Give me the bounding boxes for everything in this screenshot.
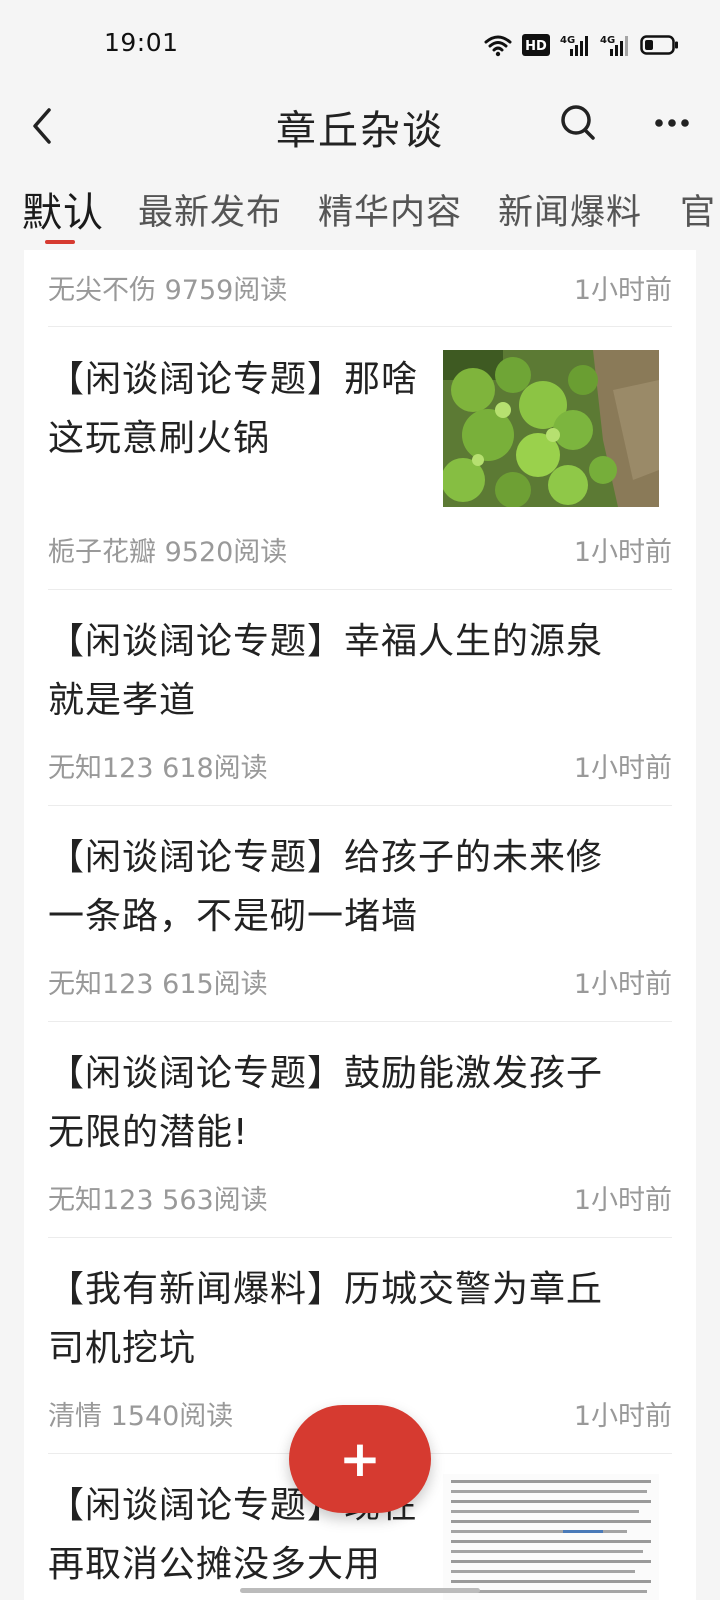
hd-badge-text: HD xyxy=(525,39,547,54)
post-title: 【闲谈阔论专题】幸福人生的源泉 就是孝道 xyxy=(48,612,603,730)
post-thumbnail xyxy=(443,350,659,507)
post-reads: 563阅读 xyxy=(162,1185,268,1216)
post-meta: 无尖不伤 9759阅读 1小时前 xyxy=(48,268,672,308)
active-tab-indicator xyxy=(45,240,75,244)
status-time: 19:01 xyxy=(104,28,179,57)
post-title-line: 一条路，不是砌一堵墙 xyxy=(48,896,419,937)
post-time: 1小时前 xyxy=(573,275,672,306)
status-bar: 19:01 HD 4G 4G xyxy=(0,0,720,90)
post-meta: 栀子花瓣 9520阅读 1小时前 xyxy=(48,530,672,570)
post-title-line: 司机挖坑 xyxy=(48,1328,197,1369)
signal-label-2: 4G xyxy=(600,35,615,46)
post-title-line: 【闲谈阔论专题】那啥 xyxy=(48,359,419,400)
post-meta: 无知123 563阅读 1小时前 xyxy=(48,1178,672,1218)
post-title-line: 【闲谈阔论专题】鼓励能激发孩子 xyxy=(48,1053,604,1094)
post-title: 【闲谈阔论专题】鼓励能激发孩子 无限的潜能! xyxy=(48,1044,603,1162)
post-title-line: 【闲谈阔论专题】幸福人生的源泉 xyxy=(48,621,604,662)
post-author: 清情 xyxy=(48,1401,102,1432)
post-title-line: 无限的潜能! xyxy=(48,1112,249,1153)
post-time: 1小时前 xyxy=(573,537,672,568)
post-author-reads: 栀子花瓣 9520阅读 xyxy=(48,530,287,569)
post-time: 1小时前 xyxy=(573,969,672,1000)
post-meta: 无知123 618阅读 1小时前 xyxy=(48,746,672,786)
post-time: 1小时前 xyxy=(573,1185,672,1216)
status-icons: HD 4G 4G xyxy=(484,30,680,60)
post-author-reads: 清情 1540阅读 xyxy=(48,1394,233,1433)
post-title-line: 【闲谈阔论专题】给孩子的未来修 xyxy=(48,837,604,878)
post-title-line: 就是孝道 xyxy=(48,680,197,721)
post-title: 【闲谈阔论专题】那啥 这玩意刷火锅 xyxy=(48,350,428,468)
category-tabs: 默认 最新发布 精华内容 新闻爆料 官 xyxy=(0,180,720,250)
home-indicator[interactable] xyxy=(240,1588,480,1593)
nav-bar: 章丘杂谈 xyxy=(0,90,720,170)
post-author: 无知123 xyxy=(48,753,154,784)
more-options-button[interactable] xyxy=(650,98,694,148)
divider xyxy=(48,326,672,327)
post-author: 栀子花瓣 xyxy=(48,537,156,568)
post-author: 无知123 xyxy=(48,969,154,1000)
green-leaves-image xyxy=(443,350,659,507)
divider xyxy=(48,589,672,590)
search-icon xyxy=(561,105,595,140)
post-time: 1小时前 xyxy=(573,753,672,784)
post-title-line: 这玩意刷火锅 xyxy=(48,418,271,459)
more-dots-icon xyxy=(655,119,689,127)
post-author-reads: 无知123 563阅读 xyxy=(48,1178,268,1217)
divider xyxy=(48,1021,672,1022)
post-thumbnail xyxy=(443,1474,659,1600)
signal-4g-icon-2: 4G xyxy=(600,35,628,56)
tab-default[interactable]: 默认 xyxy=(22,180,104,238)
tab-latest[interactable]: 最新发布 xyxy=(138,184,282,235)
post-author: 无尖不伤 xyxy=(48,275,156,306)
post-title: 【闲谈阔论专题】给孩子的未来修 一条路，不是砌一堵墙 xyxy=(48,828,603,946)
battery-icon xyxy=(640,35,678,55)
post-reads: 615阅读 xyxy=(162,969,268,1000)
create-post-button[interactable]: + xyxy=(289,1405,431,1513)
search-button[interactable] xyxy=(556,98,600,148)
tab-official[interactable]: 官 xyxy=(680,184,716,235)
post-reads: 9759阅读 xyxy=(164,275,288,306)
hd-icon: HD xyxy=(522,34,550,56)
post-time: 1小时前 xyxy=(573,1401,672,1432)
post-title: 【我有新闻爆料】历城交警为章丘 司机挖坑 xyxy=(48,1260,603,1378)
wifi-icon xyxy=(484,35,512,57)
post-title-line: 【我有新闻爆料】历城交警为章丘 xyxy=(48,1269,604,1310)
divider xyxy=(48,1237,672,1238)
post-author-reads: 无尖不伤 9759阅读 xyxy=(48,268,287,307)
tab-featured[interactable]: 精华内容 xyxy=(318,184,462,235)
post-author-reads: 无知123 615阅读 xyxy=(48,962,268,1001)
tab-news[interactable]: 新闻爆料 xyxy=(498,184,642,235)
post-list[interactable]: 无尖不伤 9759阅读 1小时前 【闲谈阔论专题】那啥 这玩意刷火锅 栀子花瓣 … xyxy=(24,250,696,1600)
post-title-line: 再取消公摊没多大用 xyxy=(48,1544,382,1585)
post-reads: 618阅读 xyxy=(162,753,268,784)
post-reads: 9520阅读 xyxy=(164,537,288,568)
page-title: 章丘杂谈 xyxy=(276,108,444,154)
post-meta: 无知123 615阅读 1小时前 xyxy=(48,962,672,1002)
news-screenshot-image xyxy=(443,1474,659,1600)
plus-icon: + xyxy=(339,1430,381,1488)
signal-4g-icon: 4G xyxy=(560,35,588,56)
post-author-reads: 无知123 618阅读 xyxy=(48,746,268,785)
post-reads: 1540阅读 xyxy=(110,1401,234,1432)
divider xyxy=(48,805,672,806)
post-author: 无知123 xyxy=(48,1185,154,1216)
signal-label: 4G xyxy=(560,35,575,46)
